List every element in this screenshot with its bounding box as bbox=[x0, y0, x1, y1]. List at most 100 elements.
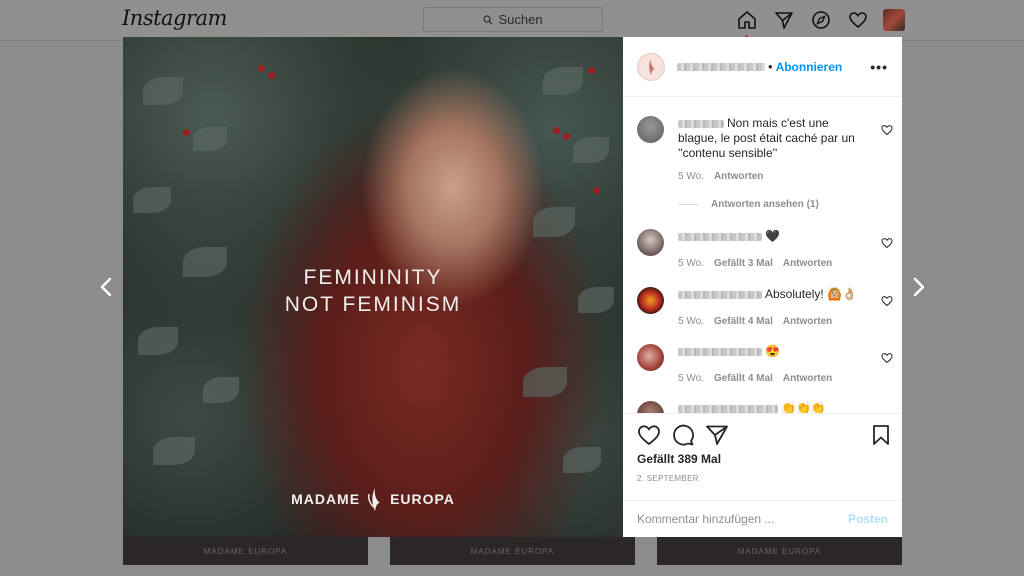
comment-text: 🖤 bbox=[678, 229, 863, 244]
next-post-button[interactable] bbox=[909, 275, 929, 299]
post-comment-button[interactable]: Posten bbox=[848, 512, 888, 526]
thumbnail-brand-text: MADAME EUROPA bbox=[737, 546, 822, 556]
post-date: 2. SEPTEMBER bbox=[637, 474, 699, 483]
headline-line-1: FEMININITY bbox=[303, 266, 443, 289]
comment-like-heart-icon[interactable] bbox=[881, 124, 893, 136]
comment-likes-count[interactable]: Gefällt 4 Mal bbox=[714, 316, 773, 327]
comment-body: Absolutely! 🙆🏼👌🏼 bbox=[765, 287, 857, 301]
comment-like-heart-icon[interactable] bbox=[881, 237, 893, 249]
background-thumbnail[interactable]: MADAME EUROPA bbox=[123, 537, 368, 565]
top-navigation-bar: Instagram Suchen bbox=[0, 0, 1024, 41]
comment-item: 👏👏👏 bbox=[637, 401, 893, 413]
leaf-shape bbox=[133, 187, 171, 213]
comment-text: Absolutely! 🙆🏼👌🏼 bbox=[678, 287, 863, 302]
commenter-username-blurred[interactable] bbox=[678, 404, 778, 413]
comment-time: 5 Wo. bbox=[678, 316, 704, 327]
post-actions: Gefällt 389 Mal 2. SEPTEMBER bbox=[623, 413, 902, 500]
separator-dot: • bbox=[768, 59, 773, 74]
chevron-left-icon bbox=[100, 277, 112, 297]
berry-shape bbox=[553, 127, 560, 134]
leaf-shape bbox=[143, 77, 183, 105]
home-icon[interactable] bbox=[735, 8, 758, 31]
bookmark-save-icon[interactable] bbox=[871, 424, 891, 446]
follow-button[interactable]: Abonnieren bbox=[776, 60, 843, 74]
leaf-shape bbox=[543, 67, 583, 95]
leaf-shape bbox=[563, 447, 601, 473]
account-username-blurred[interactable] bbox=[677, 62, 765, 71]
reply-button[interactable]: Antworten bbox=[714, 171, 763, 182]
leaf-shape bbox=[573, 137, 609, 163]
wing-logo-icon bbox=[649, 58, 655, 75]
leaf-shape bbox=[153, 437, 195, 465]
search-icon bbox=[483, 14, 493, 24]
headline-line-2: NOT FEMINISM bbox=[284, 293, 462, 316]
comment-time: 5 Wo. bbox=[678, 373, 704, 384]
instagram-logo[interactable]: Instagram bbox=[122, 6, 227, 30]
account-avatar[interactable] bbox=[637, 52, 665, 81]
commenter-avatar[interactable] bbox=[637, 401, 664, 413]
leaf-shape bbox=[193, 127, 227, 151]
commenter-username-blurred[interactable] bbox=[678, 290, 762, 299]
chevron-right-icon bbox=[913, 277, 925, 297]
view-replies-label: Antworten ansehen (1) bbox=[711, 199, 819, 210]
reply-button[interactable]: Antworten bbox=[783, 258, 832, 269]
commenter-avatar[interactable] bbox=[637, 116, 664, 143]
like-heart-icon[interactable] bbox=[637, 424, 661, 446]
direct-icon[interactable] bbox=[772, 8, 795, 31]
commenter-username-blurred[interactable] bbox=[678, 347, 762, 356]
commenter-avatar[interactable] bbox=[637, 344, 664, 371]
comment-meta: 5 Wo. Gefällt 3 Mal Antworten bbox=[678, 258, 832, 269]
likes-count[interactable]: Gefällt 389 Mal bbox=[637, 452, 721, 466]
comment-likes-count[interactable]: Gefällt 4 Mal bbox=[714, 373, 773, 384]
reply-button[interactable]: Antworten bbox=[783, 373, 832, 384]
berry-shape bbox=[593, 187, 600, 194]
commenter-username-blurred[interactable] bbox=[678, 119, 724, 128]
brand-left-text: MADAME bbox=[291, 491, 361, 507]
explore-icon[interactable] bbox=[809, 8, 832, 31]
comment-meta: 5 Wo. Gefällt 4 Mal Antworten bbox=[678, 373, 832, 384]
share-direct-icon[interactable] bbox=[705, 424, 729, 446]
thumbnail-brand-text: MADAME EUROPA bbox=[203, 546, 288, 556]
commenter-avatar[interactable] bbox=[637, 287, 664, 314]
comment-likes-count[interactable]: Gefällt 3 Mal bbox=[714, 258, 773, 269]
comment-meta: 5 Wo. Gefällt 4 Mal Antworten bbox=[678, 316, 832, 327]
view-replies-button[interactable]: Antworten ansehen (1) bbox=[678, 199, 819, 210]
berry-shape bbox=[588, 67, 595, 74]
wing-logo-icon bbox=[368, 488, 381, 511]
brand-logo: MADAME EUROPA bbox=[123, 486, 623, 512]
add-comment-bar: Posten bbox=[623, 500, 902, 537]
comments-list[interactable]: Non mais c'est une blague, le post était… bbox=[623, 98, 902, 413]
comment-body: 👏👏👏 bbox=[781, 401, 826, 413]
search-box[interactable]: Suchen bbox=[423, 7, 603, 32]
berry-shape bbox=[183, 129, 190, 136]
replies-divider-line bbox=[678, 204, 699, 205]
berry-shape bbox=[268, 72, 275, 79]
background-thumbnail[interactable]: MADAME EUROPA bbox=[390, 537, 635, 565]
comment-time: 5 Wo. bbox=[678, 171, 704, 182]
post-image[interactable]: FEMININITY NOT FEMINISM MADAME EUROPA bbox=[123, 37, 623, 537]
comment-like-heart-icon[interactable] bbox=[881, 352, 893, 364]
comment-time: 5 Wo. bbox=[678, 258, 704, 269]
background-thumbnail[interactable]: MADAME EUROPA bbox=[657, 537, 902, 565]
leaf-shape bbox=[533, 207, 575, 237]
comment-item: Absolutely! 🙆🏼👌🏼 5 Wo. Gefällt 4 Mal Ant… bbox=[637, 287, 893, 337]
comment-like-heart-icon[interactable] bbox=[881, 295, 893, 307]
more-options-button[interactable]: ••• bbox=[870, 59, 888, 75]
previous-post-button[interactable] bbox=[96, 275, 116, 299]
commenter-username-blurred[interactable] bbox=[678, 232, 762, 241]
commenter-avatar[interactable] bbox=[637, 229, 664, 256]
comment-body: 😍 bbox=[765, 344, 780, 358]
post-header: • Abonnieren ••• bbox=[623, 37, 902, 97]
comment-meta: 5 Wo. Antworten bbox=[678, 171, 763, 182]
leaf-shape bbox=[203, 377, 239, 403]
brand-right-text: EUROPA bbox=[390, 491, 455, 507]
comment-input[interactable] bbox=[637, 512, 848, 526]
comment-bubble-icon[interactable] bbox=[671, 424, 695, 446]
profile-avatar[interactable] bbox=[883, 8, 905, 31]
comment-text: 😍 bbox=[678, 344, 863, 359]
comment-text: Non mais c'est une blague, le post était… bbox=[678, 116, 863, 161]
comment-text: 👏👏👏 bbox=[678, 401, 863, 413]
comment-body: 🖤 bbox=[765, 229, 780, 243]
reply-button[interactable]: Antworten bbox=[783, 316, 832, 327]
activity-heart-icon[interactable] bbox=[846, 8, 869, 31]
